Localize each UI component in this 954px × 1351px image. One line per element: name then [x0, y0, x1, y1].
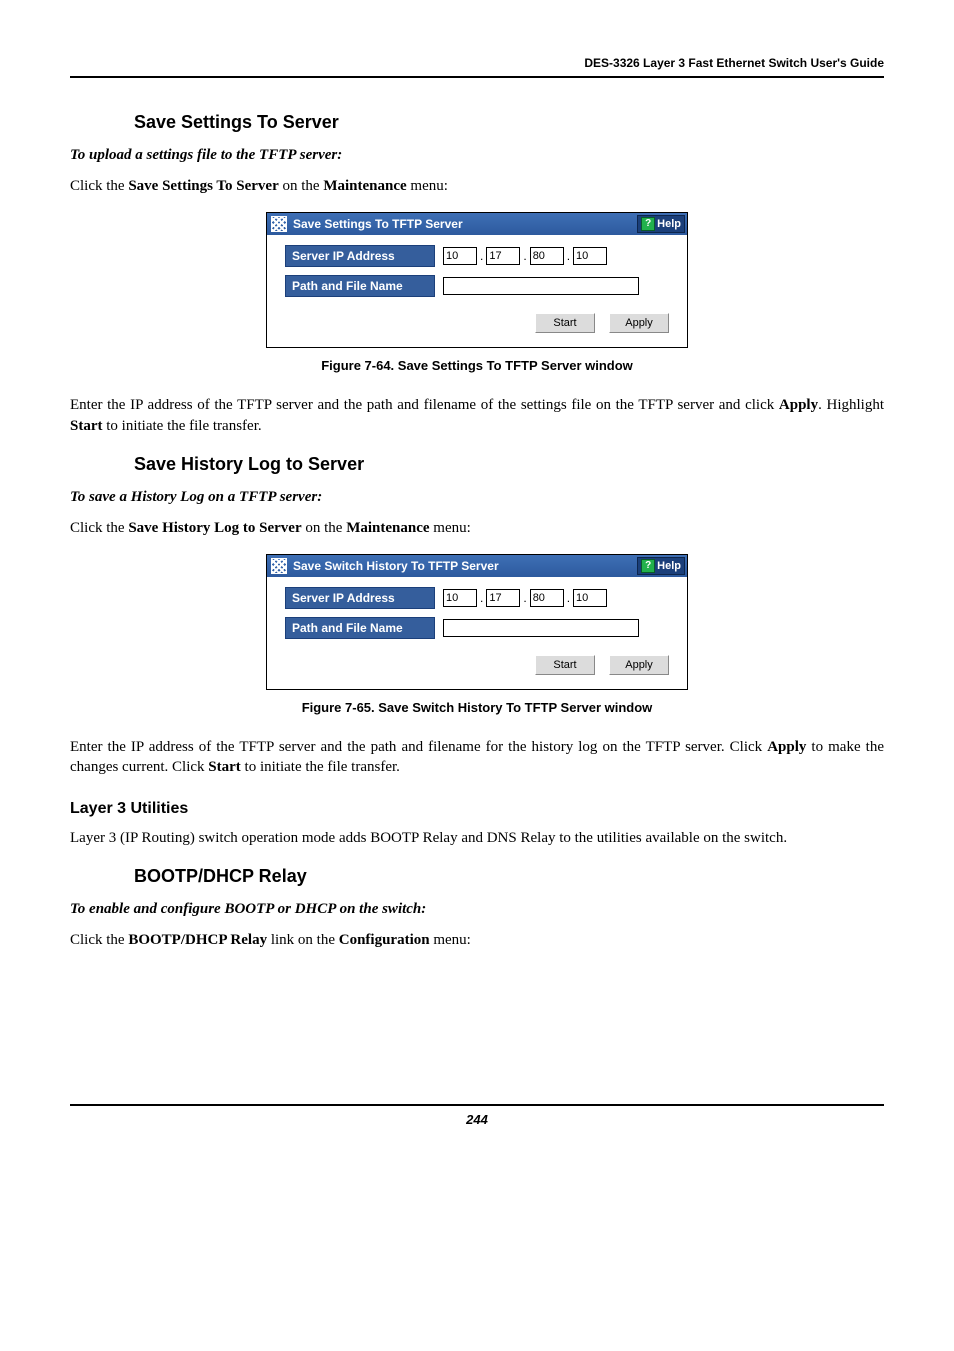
heading-bootp-dhcp: BOOTP/DHCP Relay — [134, 866, 884, 887]
ip-input-group: . . . — [443, 589, 607, 607]
panel-save-settings: Save Settings To TFTP Server ? Help Serv… — [266, 212, 688, 348]
top-rule — [70, 76, 884, 78]
ip-octet-2[interactable] — [486, 589, 520, 607]
ip-dot: . — [566, 591, 571, 605]
figure-7-65: Save Switch History To TFTP Server ? Hel… — [70, 554, 884, 690]
panel-titlebar: Save Switch History To TFTP Server ? Hel… — [267, 555, 687, 577]
path-input[interactable] — [443, 619, 639, 637]
ip-dot: . — [522, 591, 527, 605]
help-button[interactable]: ? Help — [637, 557, 685, 575]
heading-layer3: Layer 3 Utilities — [70, 800, 884, 818]
ip-input-group: . . . — [443, 247, 607, 265]
ip-dot: . — [522, 249, 527, 263]
panel-save-history: Save Switch History To TFTP Server ? Hel… — [266, 554, 688, 690]
app-icon — [271, 558, 287, 574]
ip-octet-1[interactable] — [443, 247, 477, 265]
panel-titlebar: Save Settings To TFTP Server ? Help — [267, 213, 687, 235]
ip-octet-4[interactable] — [573, 589, 607, 607]
panel-title-text: Save Switch History To TFTP Server — [293, 559, 637, 573]
ip-octet-1[interactable] — [443, 589, 477, 607]
body-after-fig2: Enter the IP address of the TFTP server … — [70, 737, 884, 778]
ip-octet-3[interactable] — [530, 247, 564, 265]
start-button[interactable]: Start — [535, 655, 595, 675]
figure-caption-1: Figure 7-64. Save Settings To TFTP Serve… — [70, 358, 884, 373]
help-qmark-icon: ? — [641, 559, 655, 573]
panel-title-text: Save Settings To TFTP Server — [293, 217, 637, 231]
help-label: Help — [657, 218, 681, 230]
lead-save-history: To save a History Log on a TFTP server: — [70, 489, 884, 506]
label-path: Path and File Name — [285, 275, 435, 297]
help-qmark-icon: ? — [641, 217, 655, 231]
body-click-save-settings: Click the Save Settings To Server on the… — [70, 176, 884, 196]
help-label: Help — [657, 560, 681, 572]
body-layer3: Layer 3 (IP Routing) switch operation mo… — [70, 828, 884, 848]
figure-7-64: Save Settings To TFTP Server ? Help Serv… — [70, 212, 884, 348]
app-icon — [271, 216, 287, 232]
lead-bootp: To enable and configure BOOTP or DHCP on… — [70, 901, 884, 918]
ip-dot: . — [479, 249, 484, 263]
ip-octet-4[interactable] — [573, 247, 607, 265]
body-after-fig1: Enter the IP address of the TFTP server … — [70, 395, 884, 436]
heading-save-history: Save History Log to Server — [134, 454, 884, 475]
apply-button[interactable]: Apply — [609, 655, 669, 675]
start-button[interactable]: Start — [535, 313, 595, 333]
page-number: 244 — [70, 1112, 884, 1127]
lead-upload-settings: To upload a settings file to the TFTP se… — [70, 147, 884, 164]
ip-dot: . — [479, 591, 484, 605]
ip-octet-2[interactable] — [486, 247, 520, 265]
label-server-ip: Server IP Address — [285, 587, 435, 609]
path-input[interactable] — [443, 277, 639, 295]
apply-button[interactable]: Apply — [609, 313, 669, 333]
body-click-save-history: Click the Save History Log to Server on … — [70, 518, 884, 538]
ip-dot: . — [566, 249, 571, 263]
bottom-rule — [70, 1104, 884, 1106]
running-head: DES-3326 Layer 3 Fast Ethernet Switch Us… — [70, 56, 884, 76]
label-path: Path and File Name — [285, 617, 435, 639]
label-server-ip: Server IP Address — [285, 245, 435, 267]
ip-octet-3[interactable] — [530, 589, 564, 607]
heading-save-settings: Save Settings To Server — [134, 112, 884, 133]
help-button[interactable]: ? Help — [637, 215, 685, 233]
body-click-bootp: Click the BOOTP/DHCP Relay link on the C… — [70, 930, 884, 950]
figure-caption-2: Figure 7-65. Save Switch History To TFTP… — [70, 700, 884, 715]
